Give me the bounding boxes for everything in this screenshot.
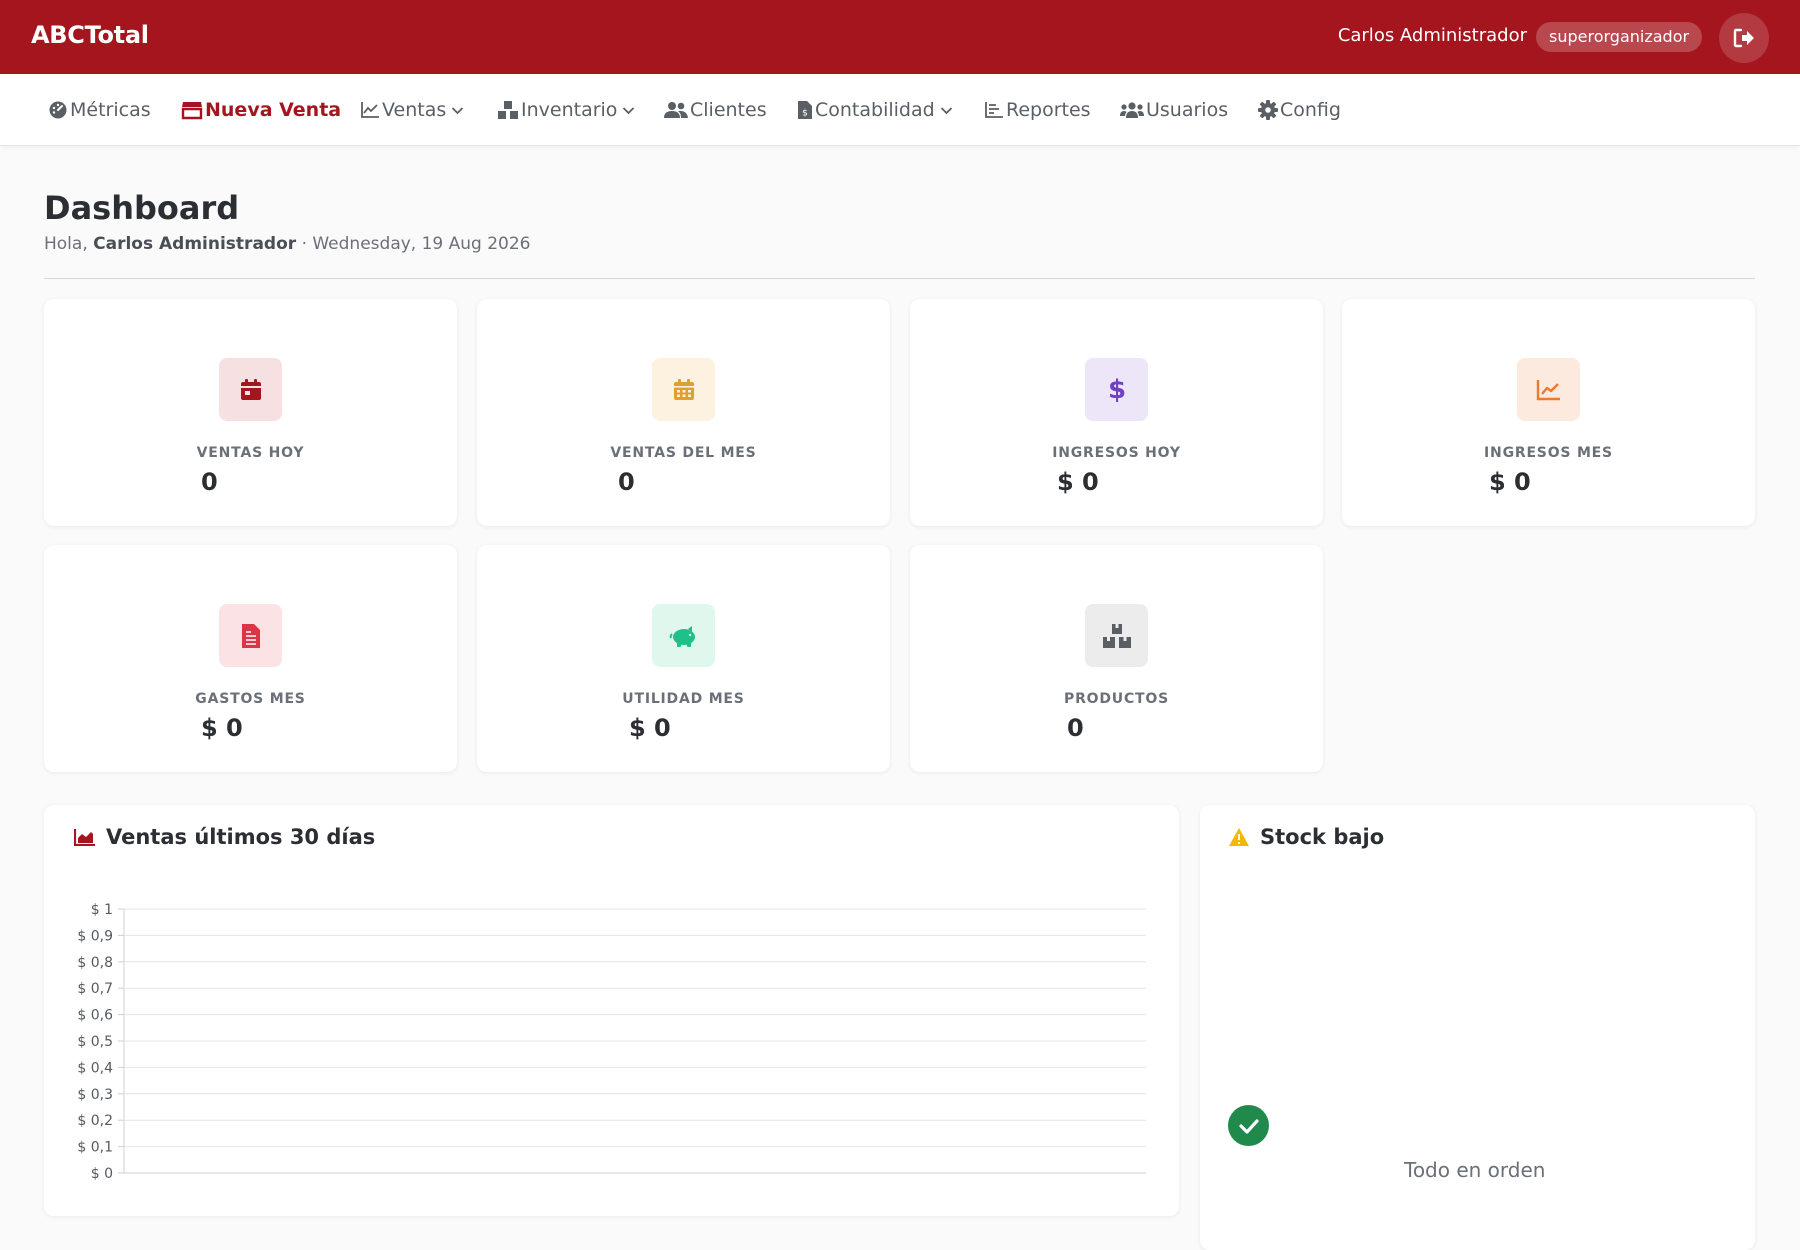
- y-tick-label: $ 0,4: [77, 1060, 113, 1076]
- low-stock-empty-text: Todo en orden: [1404, 1158, 1546, 1182]
- y-tick-label: $ 0,2: [77, 1113, 113, 1129]
- y-tick-label: $ 0,8: [77, 955, 113, 971]
- y-tick-label: $ 0,5: [77, 1034, 113, 1050]
- low-stock-title-text: Stock bajo: [1260, 825, 1385, 849]
- y-tick-label: $ 0,9: [77, 928, 113, 944]
- y-tick-label: $ 1: [91, 902, 113, 918]
- low-stock-title: Stock bajo: [1228, 825, 1384, 849]
- check-circle-icon: [1228, 1105, 1269, 1146]
- y-tick-label: $ 0,6: [77, 1008, 113, 1024]
- y-tick-label: $ 0,7: [77, 981, 113, 997]
- warning-icon: [1229, 828, 1249, 846]
- y-tick-label: $ 0: [91, 1166, 113, 1182]
- y-tick-label: $ 0,3: [77, 1087, 113, 1103]
- low-stock-panel: Stock bajo: [1200, 805, 1755, 1250]
- y-tick-label: $ 0,1: [77, 1140, 113, 1156]
